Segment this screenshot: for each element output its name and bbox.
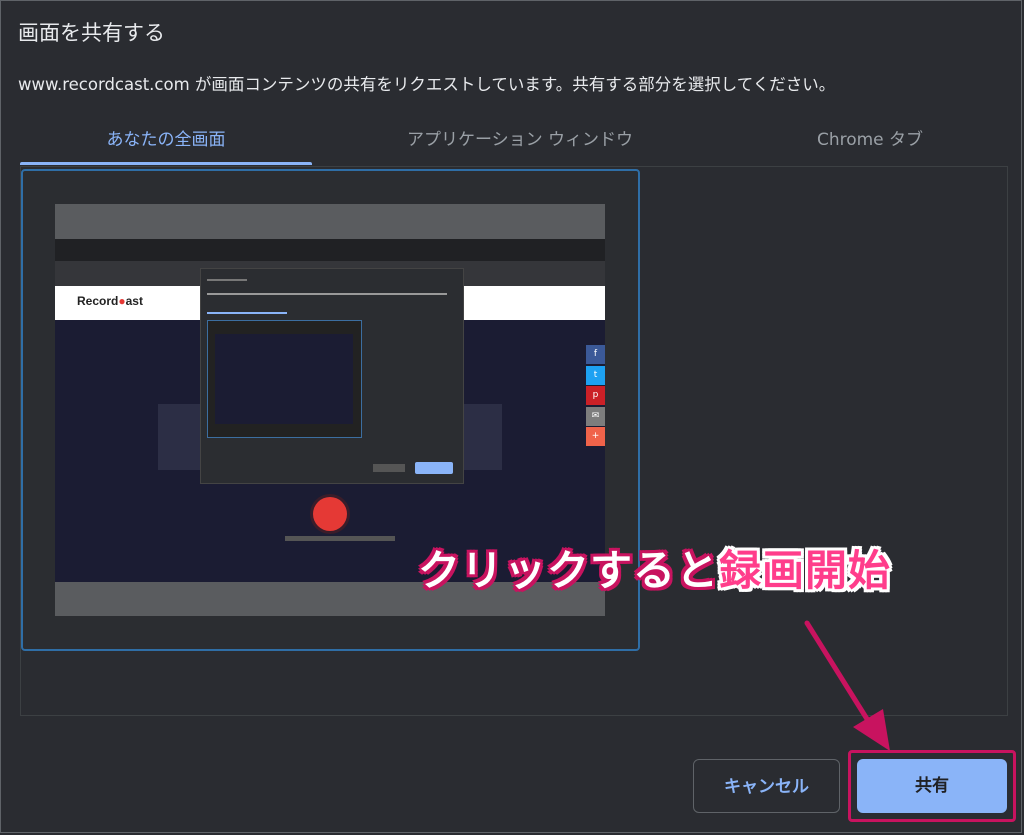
share-button-highlight: [848, 750, 1016, 822]
preview-record-button: [313, 497, 347, 531]
annotation-callout: クリックすると録画開始: [418, 537, 891, 598]
annotation-highlight-text: 録画開始: [719, 546, 892, 595]
email-icon: ✉: [586, 406, 605, 426]
active-tab-indicator: [20, 162, 312, 165]
preview-logo-right: ast: [125, 294, 143, 308]
tab-chrome-tab[interactable]: Chrome タブ: [740, 126, 1000, 166]
facebook-icon: f: [586, 345, 605, 364]
pinterest-icon: p: [586, 386, 605, 405]
preview-panel-left: [158, 404, 203, 470]
dialog-subtitle: www.recordcast.com が画面コンテンツの共有をリクエストしていま…: [18, 75, 836, 94]
share-icon: +: [586, 427, 605, 446]
preview-browser-tabbar: [55, 239, 605, 261]
preview-logo-left: Record: [77, 294, 119, 308]
annotation-text: クリックすると: [418, 546, 720, 595]
preview-dialog-title-line: [207, 279, 247, 281]
preview-nested-page: [215, 334, 353, 424]
preview-share-button: [415, 462, 453, 474]
cancel-button[interactable]: キャンセル: [693, 759, 840, 813]
dialog-title: 画面を共有する: [18, 21, 165, 45]
preview-logo-dot: ●: [118, 294, 126, 308]
preview-record-caption: [285, 536, 395, 541]
twitter-icon: t: [586, 365, 605, 385]
annotation-arrow-icon: [804, 620, 890, 751]
preview-dialog-tab-underline: [207, 312, 287, 314]
preview-cancel-button: [373, 464, 405, 472]
preview-logo: Record●ast: [77, 294, 143, 308]
tab-entire-screen[interactable]: あなたの全画面: [20, 126, 312, 166]
preview-dialog-subtitle-line: [207, 293, 447, 295]
tab-application-window[interactable]: アプリケーション ウィンドウ: [350, 126, 690, 166]
